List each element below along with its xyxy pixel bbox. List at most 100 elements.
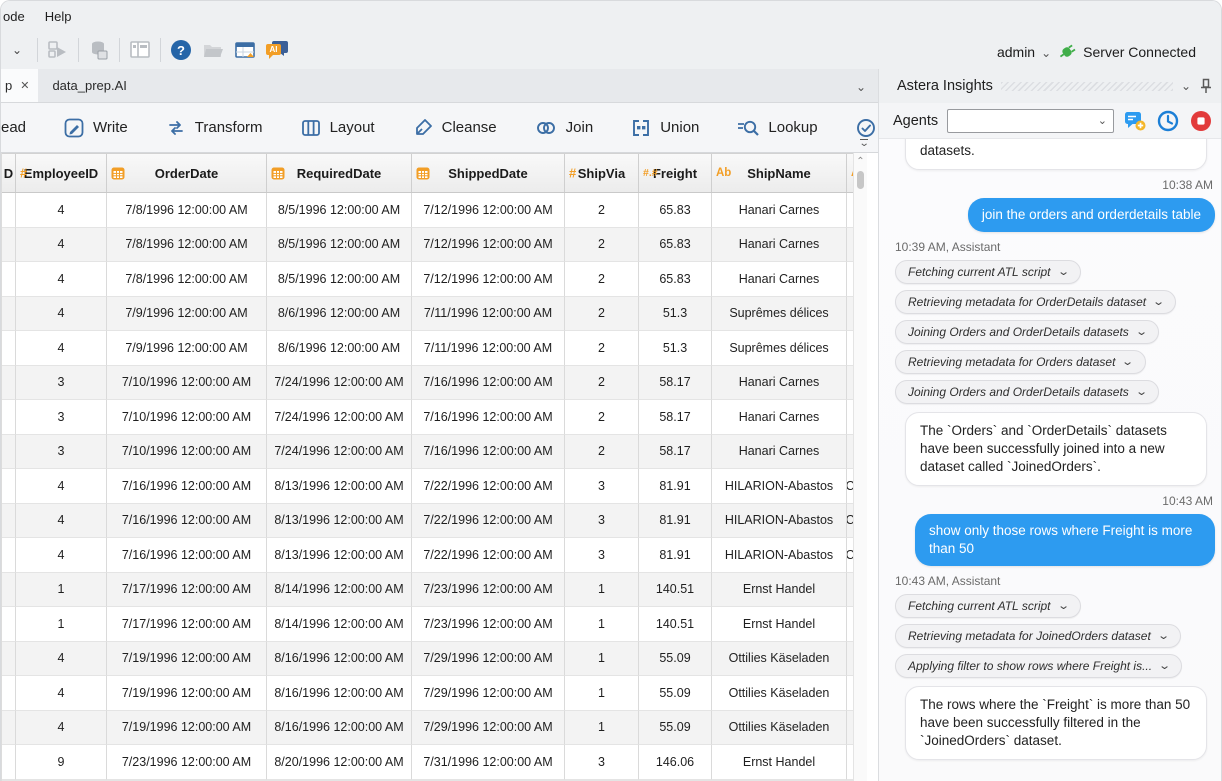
cell[interactable]: 2 <box>565 435 639 470</box>
history-icon[interactable] <box>1156 109 1180 133</box>
cell[interactable]: 7/8/1996 12:00:00 AM <box>107 228 267 263</box>
cell[interactable]: Ottilies Käseladen <box>712 676 847 711</box>
ribbon-item-union[interactable]: Union <box>631 118 699 138</box>
cell[interactable] <box>2 435 16 470</box>
cell[interactable]: 7/29/1996 12:00:00 AM <box>412 711 565 746</box>
table-row[interactable]: 47/19/1996 12:00:00 AM8/16/1996 12:00:00… <box>2 711 853 746</box>
cell[interactable]: 7/19/1996 12:00:00 AM <box>107 642 267 677</box>
diagram-run-icon[interactable] <box>46 38 70 62</box>
cell[interactable]: 65.83 <box>639 193 712 228</box>
cell[interactable] <box>2 193 16 228</box>
cell[interactable]: 7/19/1996 12:00:00 AM <box>107 676 267 711</box>
table-row[interactable]: 37/10/1996 12:00:00 AM7/24/1996 12:00:00… <box>2 400 853 435</box>
cell[interactable]: HILARION-Abastos <box>712 469 847 504</box>
cell[interactable] <box>2 745 16 780</box>
cell[interactable]: 4 <box>16 642 107 677</box>
cell[interactable]: 1 <box>565 607 639 642</box>
cell[interactable]: Suprêmes délices <box>712 297 847 332</box>
cell[interactable]: 8/5/1996 12:00:00 AM <box>267 193 412 228</box>
cell[interactable]: 4 <box>16 469 107 504</box>
cell[interactable]: 4 <box>16 538 107 573</box>
cell[interactable]: 8/14/1996 12:00:00 AM <box>267 607 412 642</box>
ribbon-item-layout[interactable]: Layout <box>301 118 375 138</box>
agent-action-pill[interactable]: Retrieving metadata for OrderDetails dat… <box>895 290 1176 314</box>
cell[interactable]: 7/11/1996 12:00:00 AM <box>412 297 565 332</box>
cell[interactable]: 7/12/1996 12:00:00 AM <box>412 193 565 228</box>
cell[interactable]: Ottilies Käseladen <box>712 711 847 746</box>
cell[interactable]: 7/22/1996 12:00:00 AM <box>412 538 565 573</box>
cell[interactable]: 58.17 <box>639 435 712 470</box>
cell[interactable]: Ernst Handel <box>712 607 847 642</box>
cell[interactable]: 8/5/1996 12:00:00 AM <box>267 228 412 263</box>
cell[interactable] <box>2 504 16 539</box>
chevron-down-icon[interactable]: ⌄ <box>1158 659 1171 672</box>
cell[interactable]: 7/16/1996 12:00:00 AM <box>107 538 267 573</box>
cell[interactable]: 7/16/1996 12:00:00 AM <box>412 366 565 401</box>
cell[interactable]: 81.91 <box>639 469 712 504</box>
cell[interactable]: 4 <box>16 676 107 711</box>
table-row[interactable]: 47/16/1996 12:00:00 AM8/13/1996 12:00:00… <box>2 469 853 504</box>
cell[interactable] <box>2 228 16 263</box>
cell[interactable]: 7/16/1996 12:00:00 AM <box>107 469 267 504</box>
cell[interactable]: 51.3 <box>639 331 712 366</box>
cell[interactable]: 7/16/1996 12:00:00 AM <box>107 504 267 539</box>
database-icon[interactable] <box>87 38 111 62</box>
cell[interactable] <box>2 297 16 332</box>
cell[interactable]: 9 <box>16 745 107 780</box>
cell[interactable]: 2 <box>565 297 639 332</box>
table-row[interactable]: 17/17/1996 12:00:00 AM8/14/1996 12:00:00… <box>2 573 853 608</box>
cell[interactable] <box>2 642 16 677</box>
chevron-down-icon[interactable]: ⌄ <box>1181 78 1191 94</box>
cell[interactable]: 4 <box>16 331 107 366</box>
agent-action-pill[interactable]: Fetching current ATL script⌄ <box>895 260 1081 284</box>
chevron-down-icon[interactable]: ⌄ <box>1157 629 1170 642</box>
cell[interactable]: 2 <box>565 366 639 401</box>
cell[interactable]: 7/22/1996 12:00:00 AM <box>412 469 565 504</box>
cell[interactable]: 55.09 <box>639 642 712 677</box>
cell[interactable]: 2 <box>565 331 639 366</box>
pin-icon[interactable] <box>1199 78 1213 94</box>
table-row[interactable]: 47/16/1996 12:00:00 AM8/13/1996 12:00:00… <box>2 538 853 573</box>
cell[interactable]: 3 <box>565 538 639 573</box>
chevron-down-icon[interactable]: ⌄ <box>1135 325 1148 338</box>
column-header-D[interactable]: D <box>2 154 16 192</box>
cell[interactable]: 55.09 <box>639 711 712 746</box>
cell[interactable]: 7/22/1996 12:00:00 AM <box>412 504 565 539</box>
agent-action-pill[interactable]: Retrieving metadata for Orders dataset⌄ <box>895 350 1146 374</box>
cell[interactable]: 2 <box>565 228 639 263</box>
table-row[interactable]: 47/16/1996 12:00:00 AM8/13/1996 12:00:00… <box>2 504 853 539</box>
cell[interactable]: Hanari Carnes <box>712 400 847 435</box>
cell[interactable]: Hanari Carnes <box>712 366 847 401</box>
cell[interactable]: 81.91 <box>639 504 712 539</box>
agent-action-pill[interactable]: Retrieving metadata for JoinedOrders dat… <box>895 624 1181 648</box>
table-row[interactable]: 47/9/1996 12:00:00 AM8/6/1996 12:00:00 A… <box>2 331 853 366</box>
combo-chevron-icon[interactable]: ⌄ <box>5 38 29 62</box>
ribbon-item-ead[interactable]: ead <box>1 119 26 136</box>
cell[interactable]: 140.51 <box>639 573 712 608</box>
cell[interactable]: 7/23/1996 12:00:00 AM <box>412 607 565 642</box>
agent-action-pill[interactable]: Joining Orders and OrderDetails datasets… <box>895 380 1159 404</box>
cell[interactable] <box>2 573 16 608</box>
cell[interactable] <box>2 711 16 746</box>
cell[interactable]: 7/8/1996 12:00:00 AM <box>107 262 267 297</box>
cell[interactable]: 4 <box>16 228 107 263</box>
data-grid-icon[interactable] <box>233 38 257 62</box>
cell[interactable]: 8/5/1996 12:00:00 AM <box>267 262 412 297</box>
cell[interactable]: 7/9/1996 12:00:00 AM <box>107 297 267 332</box>
cell[interactable]: 3 <box>565 745 639 780</box>
cell[interactable] <box>2 607 16 642</box>
cell[interactable]: Hanari Carnes <box>712 228 847 263</box>
cell[interactable]: 3 <box>565 504 639 539</box>
cell[interactable] <box>2 676 16 711</box>
cell[interactable]: 8/13/1996 12:00:00 AM <box>267 469 412 504</box>
ribbon-item-cleanse[interactable]: Cleanse <box>413 118 497 138</box>
cell[interactable]: 2 <box>565 193 639 228</box>
cell[interactable]: HILARION-Abastos <box>712 538 847 573</box>
chevron-down-icon[interactable]: ⌄ <box>1122 355 1135 368</box>
cell[interactable]: 8/14/1996 12:00:00 AM <box>267 573 412 608</box>
stop-icon[interactable] <box>1189 109 1213 133</box>
tab-overflow-chevron-icon[interactable]: ⌄ <box>856 78 866 96</box>
open-folder-icon[interactable] <box>201 38 225 62</box>
grid-vertical-scrollbar[interactable]: ⌃ <box>853 153 867 781</box>
column-header-ShipName[interactable]: AbShipName <box>712 154 847 192</box>
